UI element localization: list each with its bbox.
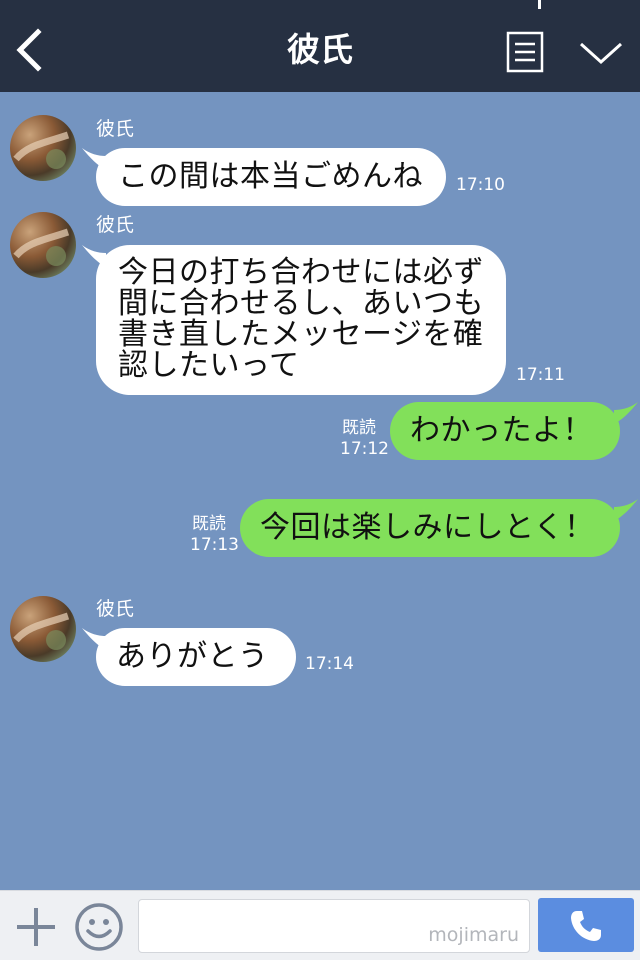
smiley-icon	[75, 903, 123, 951]
chevron-down-icon	[579, 42, 623, 65]
message-bubble[interactable]: わかったよ！	[390, 402, 620, 460]
message-time: 17:14	[305, 654, 354, 674]
status-bar-fragment	[538, 0, 541, 9]
read-receipt: 既読	[192, 514, 226, 534]
expand-button[interactable]	[578, 36, 624, 70]
sender-name: 彼氏	[96, 118, 135, 140]
add-button[interactable]	[14, 905, 58, 949]
watermark: mojimaru	[428, 924, 519, 946]
menu-button[interactable]	[506, 31, 544, 73]
bubble-tail	[614, 402, 638, 424]
message-time: 17:13	[190, 535, 239, 555]
sender-name: 彼氏	[96, 598, 135, 620]
document-list-icon	[506, 31, 544, 73]
avatar[interactable]	[10, 212, 76, 278]
message-time: 17:11	[516, 365, 565, 385]
back-button[interactable]	[12, 28, 48, 72]
avatar[interactable]	[10, 596, 76, 662]
read-receipt: 既読	[342, 418, 376, 438]
chevron-left-icon	[16, 28, 42, 72]
avatar[interactable]	[10, 115, 76, 181]
emoji-button[interactable]	[74, 902, 124, 952]
message-bubble[interactable]: この間は本当ごめんね	[96, 148, 446, 206]
sender-name: 彼氏	[96, 214, 135, 236]
bubble-tail	[614, 499, 638, 521]
message-bubble[interactable]: ありがとう	[96, 628, 296, 686]
call-button[interactable]	[538, 898, 634, 952]
plus-icon	[17, 908, 55, 946]
message-bubble[interactable]: 今日の打ち合わせには必ず 間に合わせるし、あいつも 書き直したメッセージを確 認…	[96, 245, 506, 395]
message-time: 17:12	[340, 439, 389, 459]
message-input[interactable]: mojimaru	[138, 899, 530, 953]
message-bubble[interactable]: 今回は楽しみにしとく！	[240, 499, 620, 557]
input-bar: mojimaru	[0, 890, 640, 960]
message-time: 17:10	[456, 175, 505, 195]
chat-header: 彼氏	[0, 0, 640, 92]
chat-area[interactable]: 彼氏 この間は本当ごめんね 17:10 彼氏 今日の打ち合わせには必ず 間に合わ…	[0, 92, 640, 890]
phone-icon	[571, 911, 601, 941]
chat-title: 彼氏	[287, 30, 353, 69]
